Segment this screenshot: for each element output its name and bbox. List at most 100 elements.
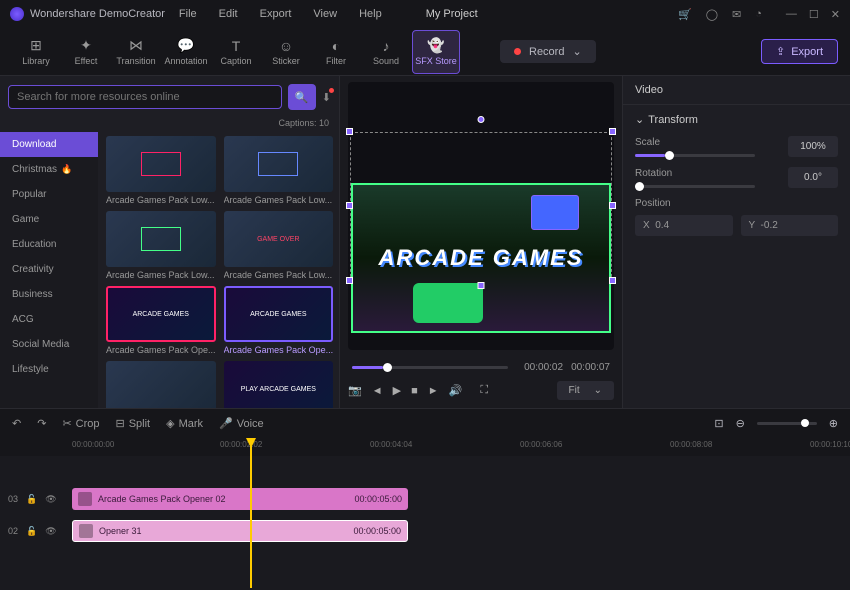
position-y-input[interactable]: Y -0.2 <box>741 215 839 236</box>
record-button[interactable]: Record ⌄ <box>500 40 596 63</box>
stop-icon[interactable]: ■ <box>411 385 418 397</box>
prev-frame-icon[interactable]: ◄ <box>372 385 383 397</box>
slider-thumb[interactable] <box>635 182 644 191</box>
thumb-item[interactable]: ARCADE GAMESArcade Games Pack Ope... <box>224 286 334 355</box>
undo-icon[interactable]: ↶ <box>12 417 21 430</box>
cat-download[interactable]: Download <box>0 132 98 157</box>
resize-handle[interactable] <box>609 277 616 284</box>
cat-game[interactable]: Game <box>0 207 98 232</box>
menu-edit[interactable]: Edit <box>219 8 238 20</box>
scale-slider[interactable] <box>635 154 755 157</box>
close-icon[interactable]: ✕ <box>831 8 840 21</box>
search-box[interactable] <box>8 85 282 109</box>
mark-button[interactable]: ◈ Mark <box>166 417 203 430</box>
cat-business[interactable]: Business <box>0 282 98 307</box>
download-button[interactable]: ⬇ <box>322 91 331 104</box>
resize-handle[interactable] <box>609 202 616 209</box>
fit-select[interactable]: Fit⌄ <box>557 381 615 400</box>
thumb-item[interactable]: Arcade Games Pack Low... <box>106 136 216 205</box>
progress-bar[interactable] <box>352 366 508 369</box>
thumb-item[interactable]: PLAY ARCADE GAMES <box>224 361 334 408</box>
menu-export[interactable]: Export <box>260 8 292 20</box>
slider-thumb[interactable] <box>665 151 674 160</box>
transform-section[interactable]: ⌄Transform <box>635 113 838 126</box>
menu-view[interactable]: View <box>313 8 337 20</box>
resize-handle[interactable] <box>478 282 485 289</box>
mail-icon[interactable]: ✉ <box>732 8 741 21</box>
playhead[interactable] <box>250 438 252 588</box>
maximize-icon[interactable]: ☐ <box>809 8 819 21</box>
tool-sfx-store[interactable]: 👻SFX Store <box>412 30 460 74</box>
resize-handle[interactable] <box>609 128 616 135</box>
zoom-out-icon[interactable]: ⊖ <box>736 417 745 430</box>
cat-christmas[interactable]: Christmas🔥 <box>0 157 98 182</box>
next-frame-icon[interactable]: ► <box>428 385 439 397</box>
redo-icon[interactable]: ↷ <box>37 417 46 430</box>
cat-lifestyle[interactable]: Lifestyle <box>0 357 98 382</box>
track-number: 02 <box>8 526 18 536</box>
cat-education[interactable]: Education <box>0 232 98 257</box>
menu-help[interactable]: Help <box>359 8 382 20</box>
fullscreen-icon[interactable]: ⛶ <box>480 384 488 397</box>
position-x-input[interactable]: X 0.4 <box>635 215 733 236</box>
lock-icon[interactable]: 🔓 <box>26 526 37 537</box>
zoom-in-icon[interactable]: ⊕ <box>829 417 838 430</box>
user-icon[interactable]: ◯ <box>706 8 718 21</box>
tool-annotation[interactable]: 💬Annotation <box>162 30 210 74</box>
snapshot-icon[interactable]: 📷 <box>348 384 362 397</box>
selection-box[interactable]: ARCADE GAMES <box>350 132 612 282</box>
video-tab[interactable]: Video <box>623 76 850 105</box>
zoom-thumb[interactable] <box>801 419 809 427</box>
app-name: Wondershare DemoCreator <box>30 8 165 20</box>
thumb-item[interactable]: ARCADE GAMESArcade Games Pack Ope... <box>106 286 216 355</box>
eye-icon[interactable]: 👁 <box>45 494 56 505</box>
timeline[interactable]: 00:00:00:00 00:00:02:02 00:00:04:04 00:0… <box>0 438 850 588</box>
rotation-value[interactable]: 0.0° <box>788 167 838 188</box>
timeline-ruler[interactable]: 00:00:00:00 00:00:02:02 00:00:04:04 00:0… <box>0 438 850 456</box>
hot-icon: 🔥 <box>61 164 72 175</box>
sfx-icon: 👻 <box>427 37 444 54</box>
rotate-handle[interactable] <box>478 116 485 123</box>
thumb-item[interactable]: GAME OVERArcade Games Pack Low... <box>224 211 334 280</box>
record-dot-icon <box>514 48 521 55</box>
minimize-icon[interactable]: — <box>786 8 797 21</box>
crop-button[interactable]: ✂ Crop <box>62 417 99 430</box>
cat-popular[interactable]: Popular <box>0 182 98 207</box>
tool-effect[interactable]: ✦Effect <box>62 30 110 74</box>
preview-canvas[interactable]: ARCADE GAMES <box>348 82 614 350</box>
help-icon[interactable]: ◔ <box>755 8 762 20</box>
scale-value[interactable]: 100% <box>788 136 838 157</box>
resize-handle[interactable] <box>346 277 353 284</box>
eye-icon[interactable]: 👁 <box>45 526 56 537</box>
tool-caption[interactable]: TCaption <box>212 30 260 74</box>
timeline-clip[interactable]: Arcade Games Pack Opener 0200:00:05:00 <box>72 488 408 510</box>
tool-filter[interactable]: ◐Filter <box>312 30 360 74</box>
voice-button[interactable]: 🎤 Voice <box>219 417 264 430</box>
lock-icon[interactable]: 🔓 <box>26 494 37 505</box>
split-button[interactable]: ⊟ Split <box>116 417 151 430</box>
cat-acg[interactable]: ACG <box>0 307 98 332</box>
search-input[interactable] <box>17 91 273 103</box>
thumb-item[interactable]: Arcade Games Pack Low... <box>106 211 216 280</box>
thumb-item[interactable] <box>106 361 216 408</box>
cat-creativity[interactable]: Creativity <box>0 257 98 282</box>
volume-icon[interactable]: 🔊 <box>449 384 463 397</box>
resize-handle[interactable] <box>346 202 353 209</box>
rotation-slider[interactable] <box>635 185 755 188</box>
timeline-clip[interactable]: Opener 3100:00:05:00 <box>72 520 408 542</box>
fit-timeline-icon[interactable]: ⊡ <box>714 417 723 430</box>
search-button[interactable]: 🔍 <box>288 84 316 110</box>
zoom-slider[interactable] <box>757 422 817 425</box>
menu-file[interactable]: File <box>179 8 197 20</box>
progress-thumb[interactable] <box>383 363 392 372</box>
thumb-item[interactable]: Arcade Games Pack Low... <box>224 136 334 205</box>
tool-sticker[interactable]: ☺Sticker <box>262 30 310 74</box>
play-icon[interactable]: ▶ <box>393 384 401 397</box>
tool-transition[interactable]: ⋈Transition <box>112 30 160 74</box>
tool-sound[interactable]: ♪Sound <box>362 30 410 74</box>
tool-library[interactable]: ⊞Library <box>12 30 60 74</box>
resize-handle[interactable] <box>346 128 353 135</box>
export-button[interactable]: ⇪ Export <box>761 39 838 64</box>
cat-social[interactable]: Social Media <box>0 332 98 357</box>
cart-icon[interactable]: 🛒 <box>678 8 692 21</box>
